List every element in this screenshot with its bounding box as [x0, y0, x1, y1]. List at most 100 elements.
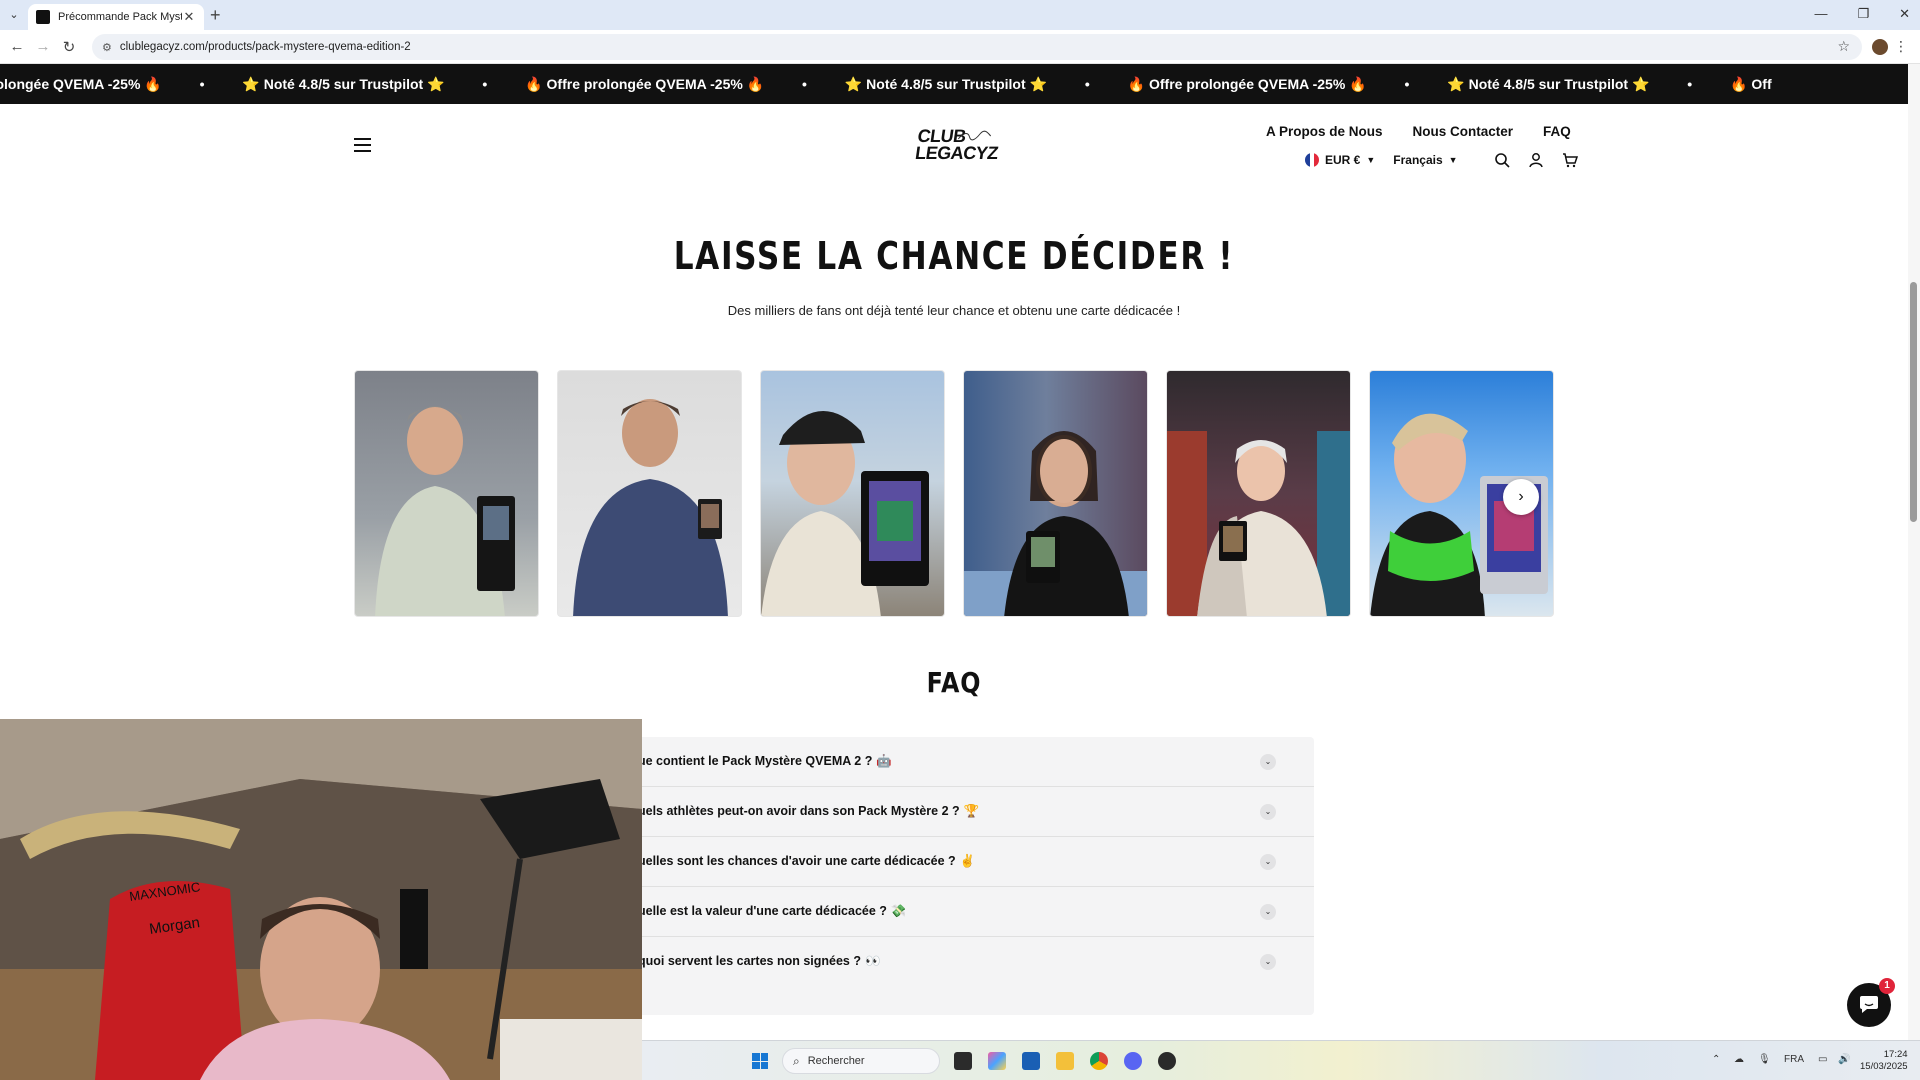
announcement-item: rolongée QVEMA -25% 🔥: [0, 76, 162, 92]
nav-contact-link[interactable]: Nous Contacter: [1413, 124, 1514, 139]
language-indicator[interactable]: FRA: [1784, 1054, 1804, 1065]
faq-question-emoji: 👀: [865, 954, 881, 968]
announcement-item: ⭐ Noté 4.8/5 sur Trustpilot ⭐: [242, 76, 445, 92]
clock-date: 15/03/2025: [1860, 1061, 1908, 1072]
taskbar-clock[interactable]: 17:24 15/03/2025: [1860, 1049, 1908, 1073]
chevron-down-icon: ▼: [1448, 155, 1458, 165]
announcement-item: 🔥 Offre prolongée QVEMA -25% 🔥: [1127, 76, 1367, 92]
search-icon[interactable]: [1494, 152, 1510, 168]
forward-arrow-icon[interactable]: →: [34, 38, 52, 55]
back-arrow-icon[interactable]: ←: [8, 38, 26, 55]
announcement-separator: •: [802, 76, 807, 92]
faq-item[interactable]: uelle est la valeur d'une carte dédicacé…: [600, 887, 1314, 937]
volume-icon[interactable]: 🔊: [1838, 1054, 1850, 1065]
announcement-item: 🔥 Off: [1730, 76, 1772, 92]
copilot-icon[interactable]: [988, 1052, 1006, 1070]
site-logo[interactable]: CLUB LEGACYZ: [913, 126, 999, 168]
tray-chevron-up-icon[interactable]: ⌃: [1712, 1054, 1720, 1065]
faq-item[interactable]: uelles sont les chances d'avoir une cart…: [600, 837, 1314, 887]
faq-question: uelles sont les chances d'avoir une cart…: [638, 854, 975, 869]
announcement-bar: rolongée QVEMA -25% 🔥 • ⭐ Noté 4.8/5 sur…: [0, 64, 1908, 104]
discord-icon[interactable]: [1124, 1052, 1142, 1070]
gallery-photo[interactable]: [354, 370, 539, 617]
announcement-item: ⭐ Noté 4.8/5 sur Trustpilot ⭐: [1447, 76, 1650, 92]
customer-photo-image: [964, 431, 1147, 616]
gallery-photo[interactable]: [760, 370, 945, 617]
currency-selector[interactable]: EUR € ▼: [1305, 153, 1375, 167]
chevron-down-icon[interactable]: ⌄: [1260, 754, 1276, 770]
announcement-separator: •: [1084, 76, 1090, 92]
faq-item[interactable]: quoi servent les cartes non signées ? 👀 ⌄: [600, 937, 1314, 987]
close-window-icon[interactable]: ✕: [1899, 6, 1910, 22]
obs-icon[interactable]: [1158, 1052, 1176, 1070]
file-explorer-icon[interactable]: [1056, 1052, 1074, 1070]
address-bar[interactable]: ⚙ clublegacyz.com/products/pack-mystere-…: [92, 34, 1862, 60]
chevron-right-icon: ›: [1518, 488, 1524, 505]
site-info-icon[interactable]: ⚙: [102, 41, 112, 54]
cart-icon[interactable]: [1562, 152, 1578, 168]
chevron-down-icon[interactable]: ⌄: [1260, 904, 1276, 920]
gallery-photo[interactable]: [1166, 370, 1351, 617]
profile-avatar[interactable]: [1872, 39, 1888, 55]
reload-icon[interactable]: ↻: [60, 38, 78, 56]
store-icon[interactable]: [1022, 1052, 1040, 1070]
announcement-separator: •: [482, 76, 488, 92]
customer-photo-gallery: [354, 370, 1554, 617]
cloud-icon[interactable]: ☁: [1734, 1054, 1744, 1065]
close-tab-icon[interactable]: ✕: [182, 9, 196, 25]
address-url: clublegacyz.com/products/pack-mystere-qv…: [119, 41, 411, 53]
chevron-down-icon[interactable]: ⌄: [1260, 804, 1276, 820]
customer-photo-image: [573, 399, 728, 616]
faq-question-emoji: 🤖: [876, 754, 892, 768]
announcement-track: rolongée QVEMA -25% 🔥 • ⭐ Noté 4.8/5 sur…: [0, 76, 1806, 93]
hamburger-menu-icon[interactable]: [354, 138, 371, 152]
announcement-item: ⭐ Noté 4.8/5 sur Trustpilot ⭐: [844, 76, 1047, 92]
gallery-photo[interactable]: [963, 370, 1148, 617]
account-icon[interactable]: [1528, 152, 1544, 168]
page-scrollbar-track[interactable]: [1908, 64, 1920, 1040]
screen: ⌄ Précommande Pack Mystère Q ✕ + — ❐ ✕ ←…: [0, 0, 1920, 1080]
faq-title: FAQ: [926, 666, 982, 699]
announcement-separator: •: [1404, 76, 1410, 92]
gallery-photo[interactable]: [557, 370, 742, 617]
nav-about-link[interactable]: A Propos de Nous: [1266, 124, 1383, 139]
windows-start-icon[interactable]: [752, 1053, 768, 1069]
customer-photo-image: [761, 410, 929, 616]
tab-title: Précommande Pack Mystère Q: [58, 11, 182, 23]
chat-notification-badge: 1: [1879, 978, 1895, 994]
faq-item[interactable]: ue contient le Pack Mystère QVEMA 2 ? 🤖 ⌄: [600, 737, 1314, 787]
faq-question: uels athlètes peut-on avoir dans son Pac…: [638, 804, 979, 819]
gallery-next-button[interactable]: ›: [1503, 479, 1539, 515]
clock-time: 17:24: [1883, 1049, 1908, 1060]
site-favicon-icon: [36, 10, 50, 24]
section-headline: LAISSE LA CHANCE DÉCIDER !: [673, 234, 1235, 278]
restore-icon[interactable]: ❐: [1857, 6, 1869, 22]
chevron-down-icon[interactable]: ⌄: [1260, 954, 1276, 970]
menu-kebab-icon[interactable]: ⋮: [1894, 38, 1908, 55]
chrome-icon[interactable]: [1090, 1052, 1108, 1070]
header-nav: A Propos de Nous Nous Contacter FAQ: [1266, 124, 1571, 139]
taskbar-search[interactable]: ⌕ Rechercher: [782, 1048, 940, 1074]
minimize-icon[interactable]: —: [1814, 6, 1827, 22]
faq-accordion: ue contient le Pack Mystère QVEMA 2 ? 🤖 ⌄…: [600, 737, 1314, 1015]
tab-search-chevron-icon[interactable]: ⌄: [6, 7, 22, 23]
window-controls: — ❐ ✕: [1814, 6, 1910, 22]
nav-faq-link[interactable]: FAQ: [1543, 124, 1571, 139]
faq-item[interactable]: uels athlètes peut-on avoir dans son Pac…: [600, 787, 1314, 837]
faq-question-text: uels athlètes peut-on avoir dans son Pac…: [638, 804, 960, 818]
page-scrollbar-thumb[interactable]: [1910, 282, 1917, 522]
new-tab-button[interactable]: +: [210, 6, 221, 24]
announcement-item: 🔥 Offre prolongée QVEMA -25% 🔥: [525, 76, 765, 92]
network-icon[interactable]: ▭: [1818, 1054, 1827, 1065]
faq-question: ue contient le Pack Mystère QVEMA 2 ? 🤖: [638, 754, 892, 769]
browser-tab-active[interactable]: Précommande Pack Mystère Q ✕: [28, 4, 204, 30]
microphone-icon[interactable]: 🎙: [1758, 1054, 1771, 1065]
chevron-down-icon[interactable]: ⌄: [1260, 854, 1276, 870]
announcement-separator: •: [199, 76, 205, 92]
language-selector[interactable]: Français ▼: [1393, 153, 1457, 167]
bookmark-star-icon[interactable]: ☆: [1837, 38, 1850, 55]
header-utilities: EUR € ▼ Français ▼: [1305, 152, 1578, 168]
webcam-video-image: MAXNOMIC Morgan: [0, 719, 642, 1080]
task-view-icon[interactable]: [954, 1052, 972, 1070]
faq-question-emoji: 💸: [890, 904, 907, 918]
